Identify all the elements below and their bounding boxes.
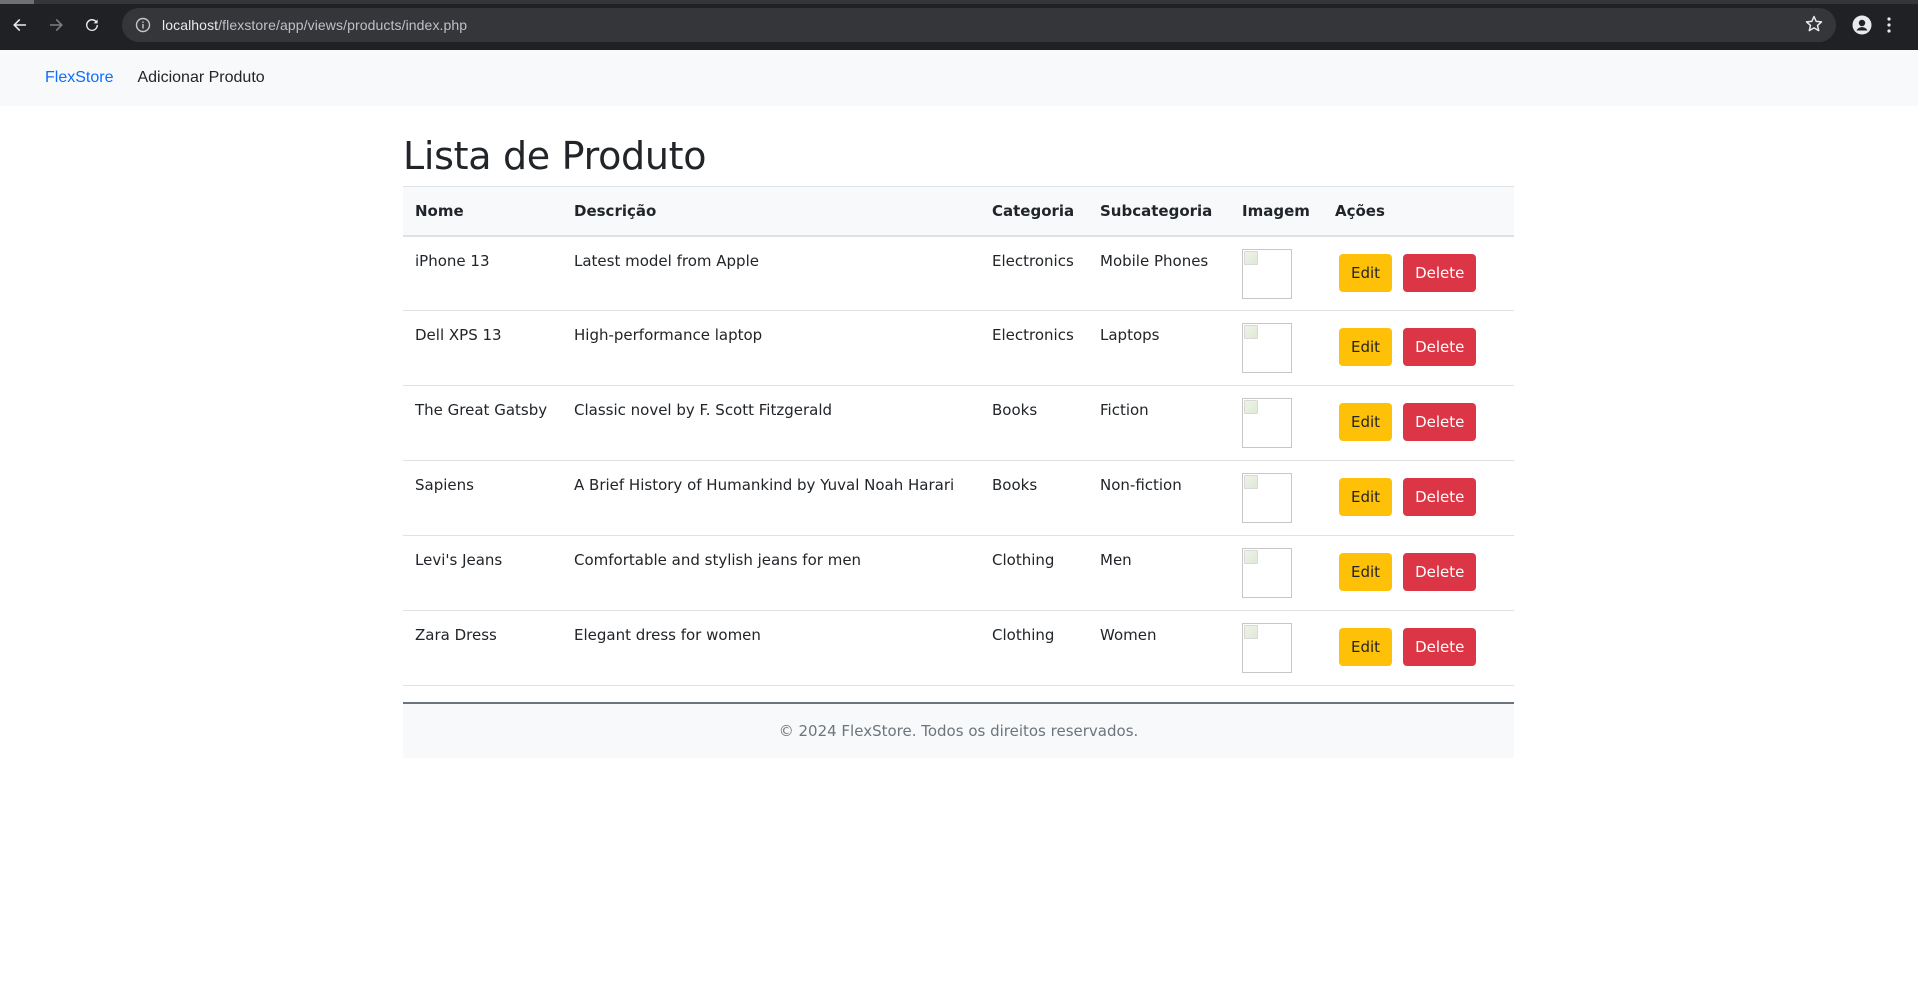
cell-nome: Zara Dress [403,610,562,686]
site-navbar: FlexStore Adicionar Produto [0,50,1918,106]
delete-button[interactable]: Delete [1403,328,1477,366]
cell-categoria: Books [980,460,1088,536]
profile-icon[interactable] [1852,15,1872,35]
cell-descricao: A Brief History of Humankind by Yuval No… [562,460,980,536]
table-row: The Great Gatsby Classic novel by F. Sco… [403,385,1514,461]
back-button[interactable] [2,7,38,43]
cell-acoes: Edit Delete [1323,535,1514,611]
cell-categoria: Clothing [980,535,1088,611]
cell-subcategoria: Non-fiction [1088,460,1230,536]
cell-imagem [1230,385,1323,461]
page-title: Lista de Produto [403,134,707,178]
cell-descricao: Classic novel by F. Scott Fitzgerald [562,385,980,461]
cell-acoes: Edit Delete [1323,385,1514,461]
bookmark-star-icon[interactable] [1804,14,1824,38]
back-arrow-icon [13,18,26,32]
url-host: localhost [162,17,219,33]
cell-imagem [1230,460,1323,536]
cell-subcategoria: Fiction [1088,385,1230,461]
column-header-categoria: Categoria [992,201,1075,220]
cell-descricao: Comfortable and stylish jeans for men [562,535,980,611]
main-container: Lista de Produto Nome Descrição Categori… [403,106,1514,758]
broken-image-icon [1242,473,1292,523]
forward-button[interactable] [38,7,74,43]
tab-strip [0,0,1918,4]
cell-categoria: Electronics [980,235,1088,311]
column-header-descricao: Descrição [574,201,657,220]
table-row: iPhone 13 Latest model from Apple Electr… [403,235,1514,311]
browser-actions [1852,15,1892,35]
column-header-nome: Nome [415,201,464,220]
broken-image-icon [1242,398,1292,448]
broken-image-icon [1242,323,1292,373]
cell-imagem [1230,610,1323,686]
nav-link-add-product[interactable]: Adicionar Produto [137,69,264,87]
edit-button[interactable]: Edit [1339,253,1393,292]
active-tab-indicator[interactable] [0,0,34,4]
cell-subcategoria: Men [1088,535,1230,611]
edit-button[interactable]: Edit [1339,328,1393,366]
cell-descricao: Elegant dress for women [562,610,980,686]
edit-button[interactable]: Edit [1339,553,1393,591]
header-row: Nome Descrição Categoria Subcategoria Im… [403,186,1514,236]
page-footer: © 2024 FlexStore. Todos os direitos rese… [403,702,1514,758]
products-table: Nome Descrição Categoria Subcategoria Im… [403,186,1514,686]
cell-descricao: High-performance laptop [562,310,980,386]
site-info-icon[interactable] [132,14,154,36]
delete-button[interactable]: Delete [1403,253,1477,292]
reload-button[interactable] [74,7,110,43]
cell-categoria: Electronics [980,310,1088,386]
cell-acoes: Edit Delete [1323,310,1514,386]
delete-button[interactable]: Delete [1403,403,1477,441]
kebab-menu-icon[interactable] [1886,16,1892,34]
cell-imagem [1230,535,1323,611]
table-body: iPhone 13 Latest model from Apple Electr… [403,235,1514,686]
cell-imagem [1230,310,1323,386]
cell-imagem [1230,235,1323,311]
cell-acoes: Edit Delete [1323,610,1514,686]
table-row: Zara Dress Elegant dress for women Cloth… [403,610,1514,686]
column-header-imagem: Imagem [1242,201,1310,220]
brand-link[interactable]: FlexStore [45,69,113,87]
cell-nome: Dell XPS 13 [403,310,562,386]
broken-image-icon [1242,623,1292,673]
cell-subcategoria: Mobile Phones [1088,235,1230,311]
edit-button[interactable]: Edit [1339,478,1393,516]
table-row: Dell XPS 13 High-performance laptop Elec… [403,310,1514,386]
column-header-acoes: Ações [1335,201,1385,220]
table-row: Sapiens A Brief History of Humankind by … [403,460,1514,536]
address-bar[interactable]: localhost/flexstore/app/views/products/i… [122,8,1836,42]
delete-button[interactable]: Delete [1403,628,1477,666]
broken-image-icon [1242,548,1292,598]
url-text[interactable]: localhost/flexstore/app/views/products/i… [162,17,467,33]
cell-subcategoria: Women [1088,610,1230,686]
cell-nome: The Great Gatsby [403,385,562,461]
edit-button[interactable]: Edit [1339,628,1393,666]
broken-image-icon [1242,248,1292,299]
cell-nome: iPhone 13 [403,235,562,311]
cell-categoria: Books [980,385,1088,461]
cell-categoria: Clothing [980,610,1088,686]
forward-arrow-icon [50,18,63,32]
cell-acoes: Edit Delete [1323,460,1514,536]
cell-subcategoria: Laptops [1088,310,1230,386]
url-path: /flexstore/app/views/products/index.php [218,17,468,33]
column-header-subcategoria: Subcategoria [1100,201,1213,220]
footer-text: © 2024 FlexStore. Todos os direitos rese… [778,722,1139,740]
cell-acoes: Edit Delete [1323,235,1514,311]
browser-toolbar: localhost/flexstore/app/views/products/i… [0,0,1918,50]
table-row: Levi's Jeans Comfortable and stylish jea… [403,535,1514,611]
cell-nome: Levi's Jeans [403,535,562,611]
delete-button[interactable]: Delete [1403,553,1477,591]
reload-icon [86,18,98,31]
cell-nome: Sapiens [403,460,562,536]
table-header: Nome Descrição Categoria Subcategoria Im… [403,186,1514,236]
edit-button[interactable]: Edit [1339,403,1393,441]
delete-button[interactable]: Delete [1403,478,1477,516]
cell-descricao: Latest model from Apple [562,235,980,311]
